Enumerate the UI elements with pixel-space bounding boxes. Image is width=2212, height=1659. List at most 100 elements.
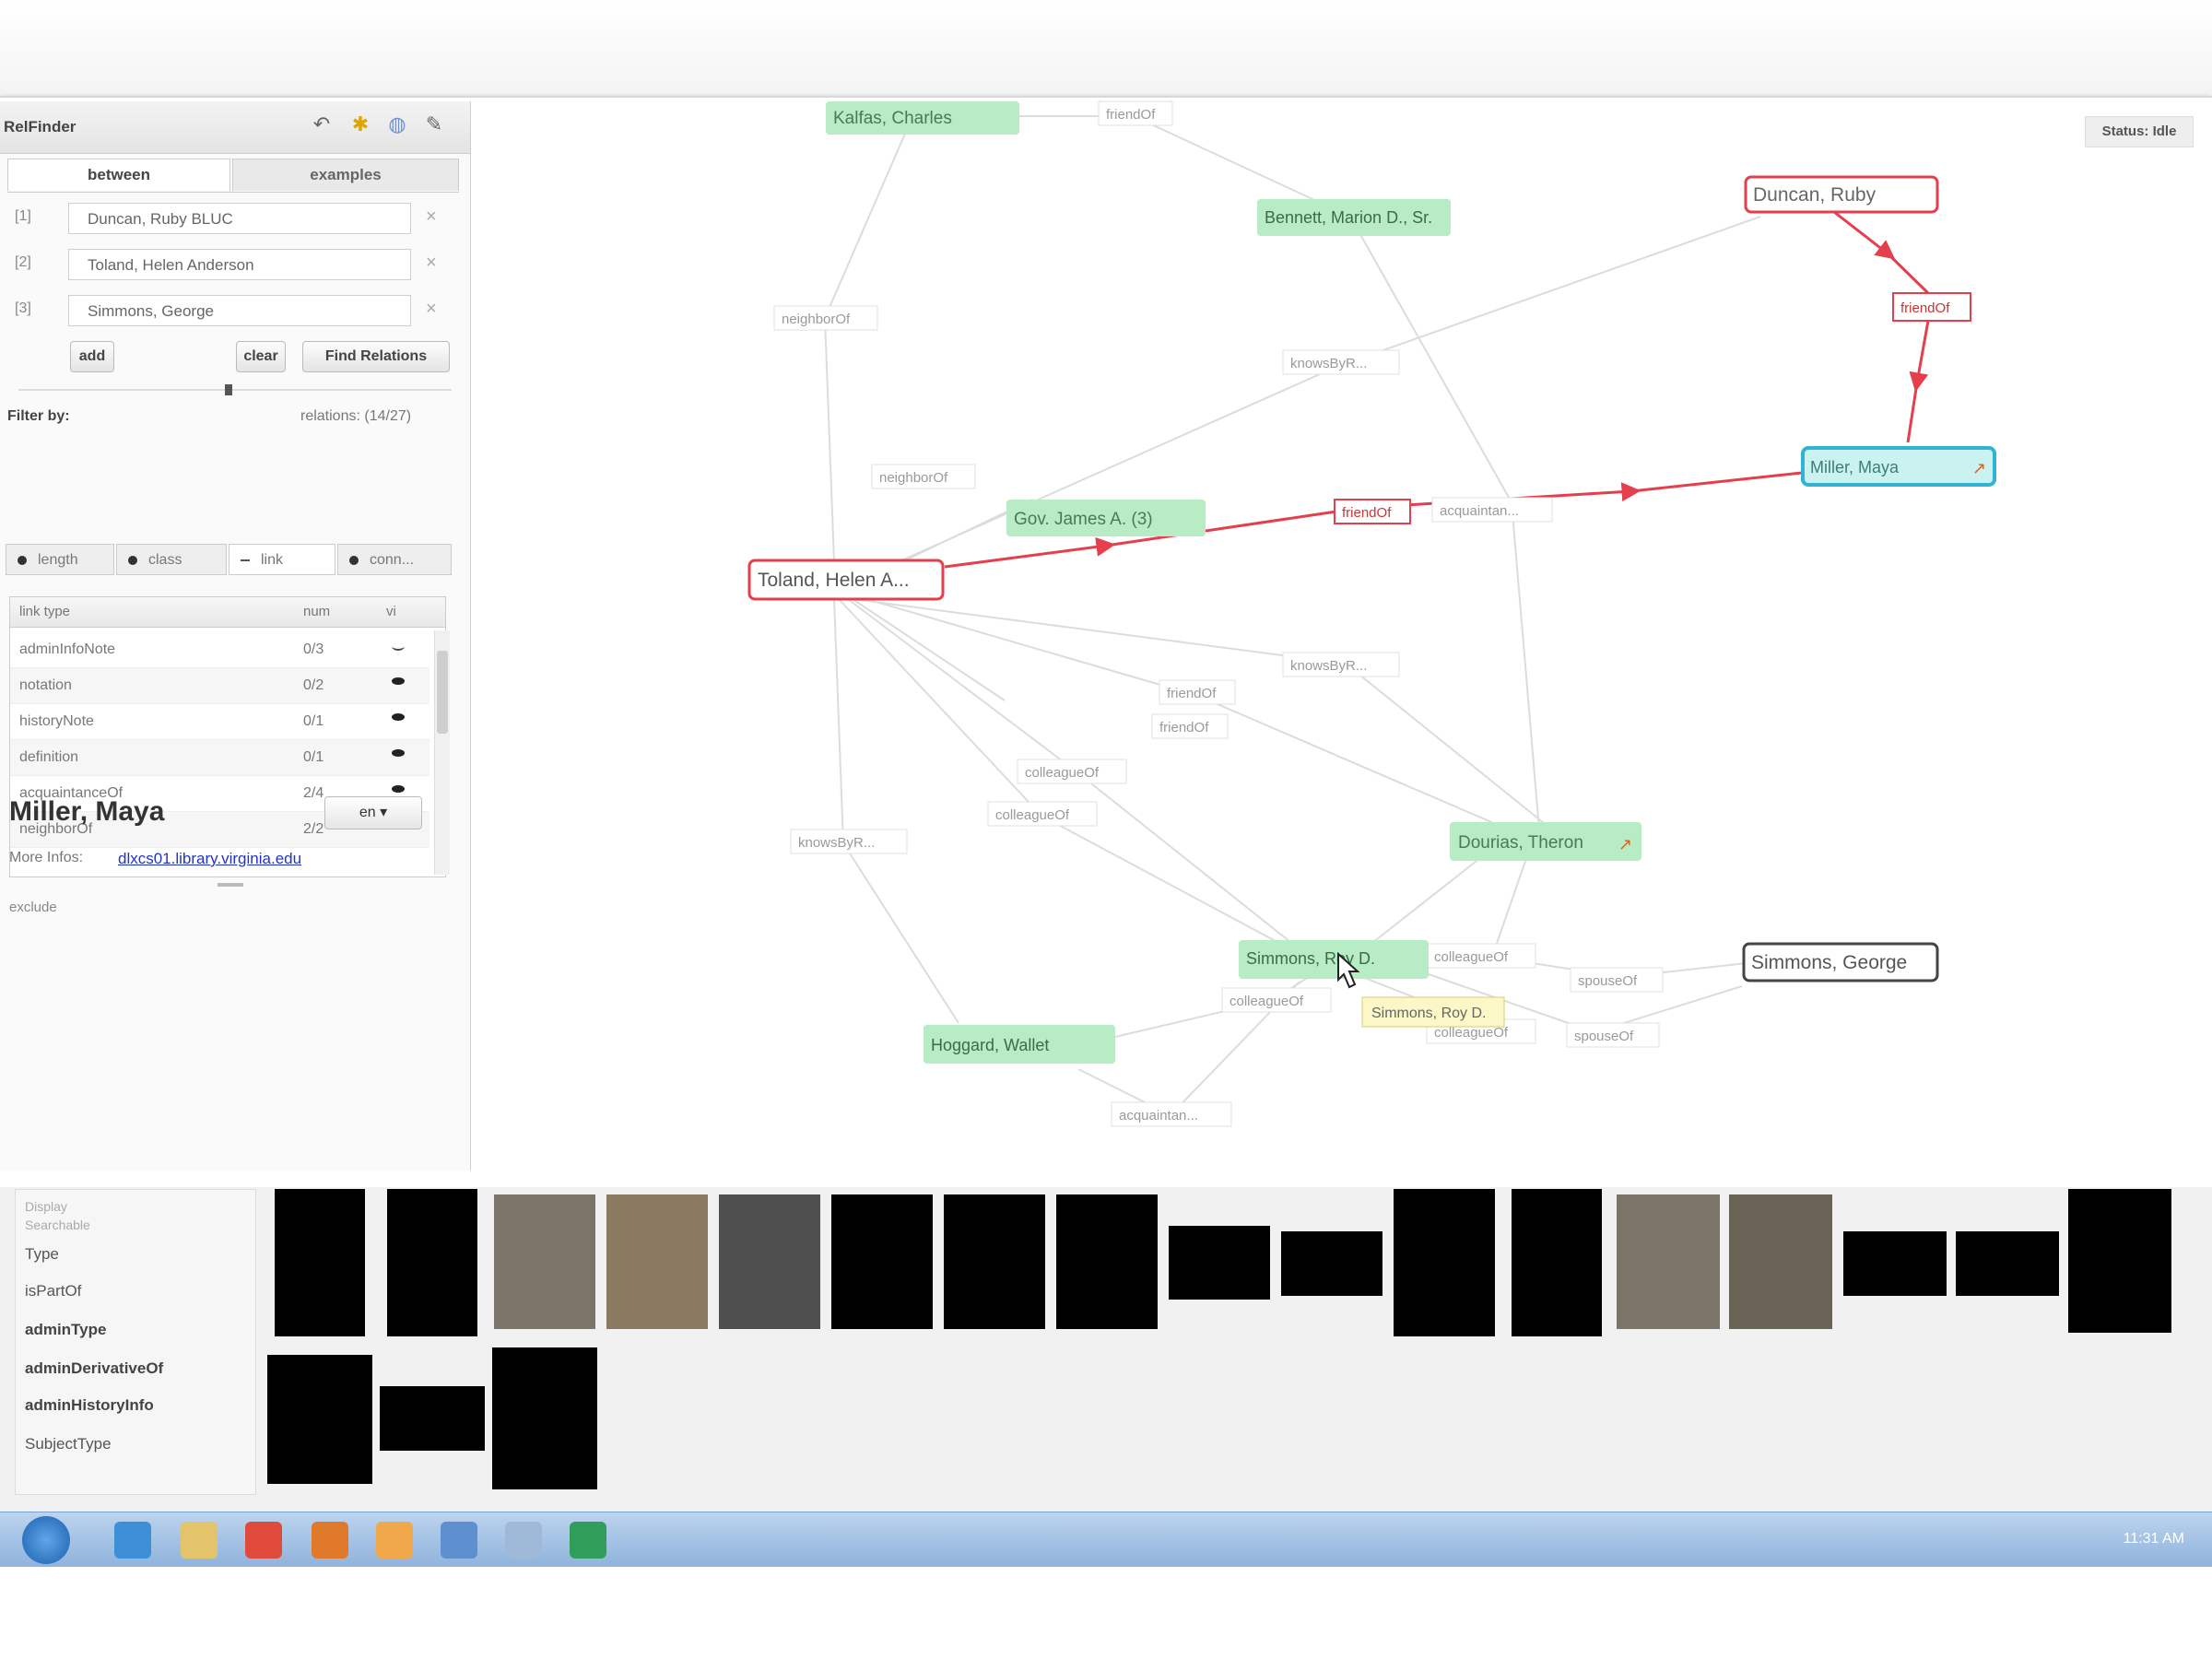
- add-button[interactable]: add: [70, 341, 114, 372]
- edge-label[interactable]: colleagueOf: [1426, 943, 1536, 969]
- table-row[interactable]: adminInfoNote 0/3: [10, 632, 429, 668]
- result-thumbnail[interactable]: [1843, 1231, 1947, 1296]
- graph-node[interactable]: Bennett, Marion D., Sr.: [1257, 199, 1451, 236]
- facet-item[interactable]: isPartOf: [25, 1282, 81, 1300]
- filter-class-tab[interactable]: class: [116, 544, 227, 575]
- graph-node[interactable]: Miller, Maya ↗: [1801, 446, 1996, 487]
- result-thumbnail[interactable]: [492, 1347, 597, 1489]
- edge-label[interactable]: friendOf: [1151, 713, 1229, 739]
- app-icon[interactable]: [505, 1522, 542, 1559]
- app-icon[interactable]: [376, 1522, 413, 1559]
- edge-label[interactable]: friendOf: [1334, 499, 1411, 524]
- graph-node[interactable]: Kalfas, Charles: [826, 101, 1019, 135]
- edge-label[interactable]: friendOf: [1159, 679, 1236, 705]
- tab-examples[interactable]: examples: [232, 159, 459, 191]
- remove-slot-1-icon[interactable]: ×: [426, 206, 437, 228]
- scrollbar-thumb[interactable]: [437, 651, 448, 734]
- visibility-icon[interactable]: [392, 713, 405, 721]
- table-row[interactable]: historyNote 0/1: [10, 704, 429, 740]
- edge-label[interactable]: colleagueOf: [987, 801, 1098, 827]
- graph-node[interactable]: Duncan, Ruby: [1744, 175, 1939, 214]
- result-thumbnail[interactable]: [831, 1194, 933, 1329]
- result-thumbnail[interactable]: [275, 1189, 365, 1336]
- globe-icon[interactable]: ◍: [385, 112, 409, 136]
- visibility-icon[interactable]: [392, 749, 405, 757]
- remove-slot-3-icon[interactable]: ×: [426, 299, 437, 320]
- resize-handle[interactable]: [218, 883, 243, 887]
- chrome-icon[interactable]: [245, 1522, 282, 1559]
- firefox-icon[interactable]: [312, 1522, 348, 1559]
- spreadsheet-icon[interactable]: [570, 1522, 606, 1559]
- result-thumbnail[interactable]: [944, 1194, 1045, 1329]
- remove-slot-2-icon[interactable]: ×: [426, 253, 437, 274]
- relation-graph[interactable]: friendOf neighborOf knowsByR... neighbor…: [488, 96, 2212, 1183]
- clean-icon[interactable]: ✱: [348, 112, 372, 136]
- folder-icon[interactable]: [181, 1522, 218, 1559]
- ie-icon[interactable]: [114, 1522, 151, 1559]
- clock[interactable]: 11:31 AM: [2124, 1531, 2184, 1547]
- graph-node[interactable]: Simmons, George: [1742, 942, 1939, 982]
- facet-item[interactable]: adminType: [25, 1321, 106, 1339]
- facet-item[interactable]: adminDerivativeOf: [25, 1359, 163, 1378]
- graph-node[interactable]: Dourias, Theron ↗: [1450, 822, 1641, 861]
- facet-item[interactable]: SubjectType: [25, 1435, 112, 1453]
- edge-label[interactable]: friendOf: [1892, 292, 1971, 322]
- edge-label[interactable]: spouseOf: [1566, 1022, 1660, 1048]
- edge-label[interactable]: friendOf: [1098, 100, 1173, 126]
- more-info-link[interactable]: dlxcs01.library.virginia.edu: [118, 850, 301, 868]
- visibility-icon[interactable]: [392, 677, 405, 685]
- filter-length-tab[interactable]: length: [6, 544, 114, 575]
- table-row[interactable]: definition 0/1: [10, 740, 429, 776]
- pin-icon[interactable]: ↗: [1972, 459, 1986, 477]
- start-button[interactable]: [22, 1516, 70, 1564]
- undo-icon[interactable]: ↶: [310, 112, 334, 136]
- edge-label[interactable]: knowsByR...: [1282, 652, 1400, 677]
- result-thumbnail[interactable]: [606, 1194, 708, 1329]
- pin-icon[interactable]: ↗: [1618, 835, 1632, 853]
- edge-label[interactable]: acquaintan...: [1431, 497, 1553, 523]
- edge-label[interactable]: colleagueOf: [1017, 759, 1127, 784]
- result-thumbnail[interactable]: [267, 1355, 372, 1484]
- result-thumbnail[interactable]: [387, 1189, 477, 1336]
- result-thumbnail[interactable]: [1169, 1226, 1270, 1300]
- settings-icon[interactable]: ✎: [422, 112, 446, 136]
- result-thumbnail[interactable]: [494, 1194, 595, 1329]
- table-scrollbar[interactable]: [434, 630, 450, 875]
- edge-label[interactable]: neighborOf: [871, 464, 976, 489]
- result-thumbnail[interactable]: [1956, 1231, 2059, 1296]
- result-thumbnail[interactable]: [1617, 1194, 1720, 1329]
- result-thumbnail[interactable]: [1281, 1231, 1382, 1296]
- edge-label[interactable]: spouseOf: [1570, 967, 1664, 993]
- search-slot-2[interactable]: Toland, Helen Anderson: [68, 249, 411, 280]
- tab-between[interactable]: between: [7, 159, 230, 191]
- edge-label[interactable]: knowsByR...: [790, 829, 908, 854]
- window-icon[interactable]: [441, 1522, 477, 1559]
- result-thumbnail[interactable]: [1056, 1194, 1158, 1329]
- result-thumbnail[interactable]: [2068, 1189, 2171, 1333]
- result-thumbnail[interactable]: [1729, 1194, 1832, 1329]
- result-thumbnail[interactable]: [1512, 1189, 1602, 1336]
- edge-label[interactable]: colleagueOf: [1221, 987, 1332, 1013]
- facet-item[interactable]: Searchable: [25, 1218, 90, 1232]
- search-slot-1[interactable]: Duncan, Ruby BLUC: [68, 203, 411, 234]
- find-relations-button[interactable]: Find Relations: [302, 341, 450, 372]
- graph-node[interactable]: Toland, Helen A...: [747, 559, 945, 601]
- result-thumbnail[interactable]: [719, 1194, 820, 1329]
- graph-node[interactable]: Simmons, Roy D.: [1239, 940, 1429, 979]
- search-slot-3[interactable]: Simmons, George: [68, 295, 411, 326]
- facet-item[interactable]: Type: [25, 1245, 59, 1264]
- filter-link-tab[interactable]: link: [229, 544, 335, 575]
- facet-item[interactable]: Display: [25, 1199, 67, 1214]
- splitter-handle[interactable]: [225, 384, 232, 395]
- edge-label[interactable]: knowsByR...: [1282, 349, 1400, 375]
- result-thumbnail[interactable]: [380, 1386, 485, 1451]
- graph-node[interactable]: Hoggard, Wallet: [924, 1025, 1115, 1064]
- language-select[interactable]: en ▾: [324, 796, 422, 830]
- facet-item[interactable]: adminHistoryInfo: [25, 1396, 154, 1415]
- filter-connectivity-tab[interactable]: conn...: [337, 544, 452, 575]
- clear-button[interactable]: clear: [236, 341, 286, 372]
- visibility-icon[interactable]: [392, 785, 405, 793]
- edge-label[interactable]: neighborOf: [773, 305, 878, 331]
- hidden-icon[interactable]: [392, 641, 405, 651]
- table-row[interactable]: notation 0/2: [10, 668, 429, 704]
